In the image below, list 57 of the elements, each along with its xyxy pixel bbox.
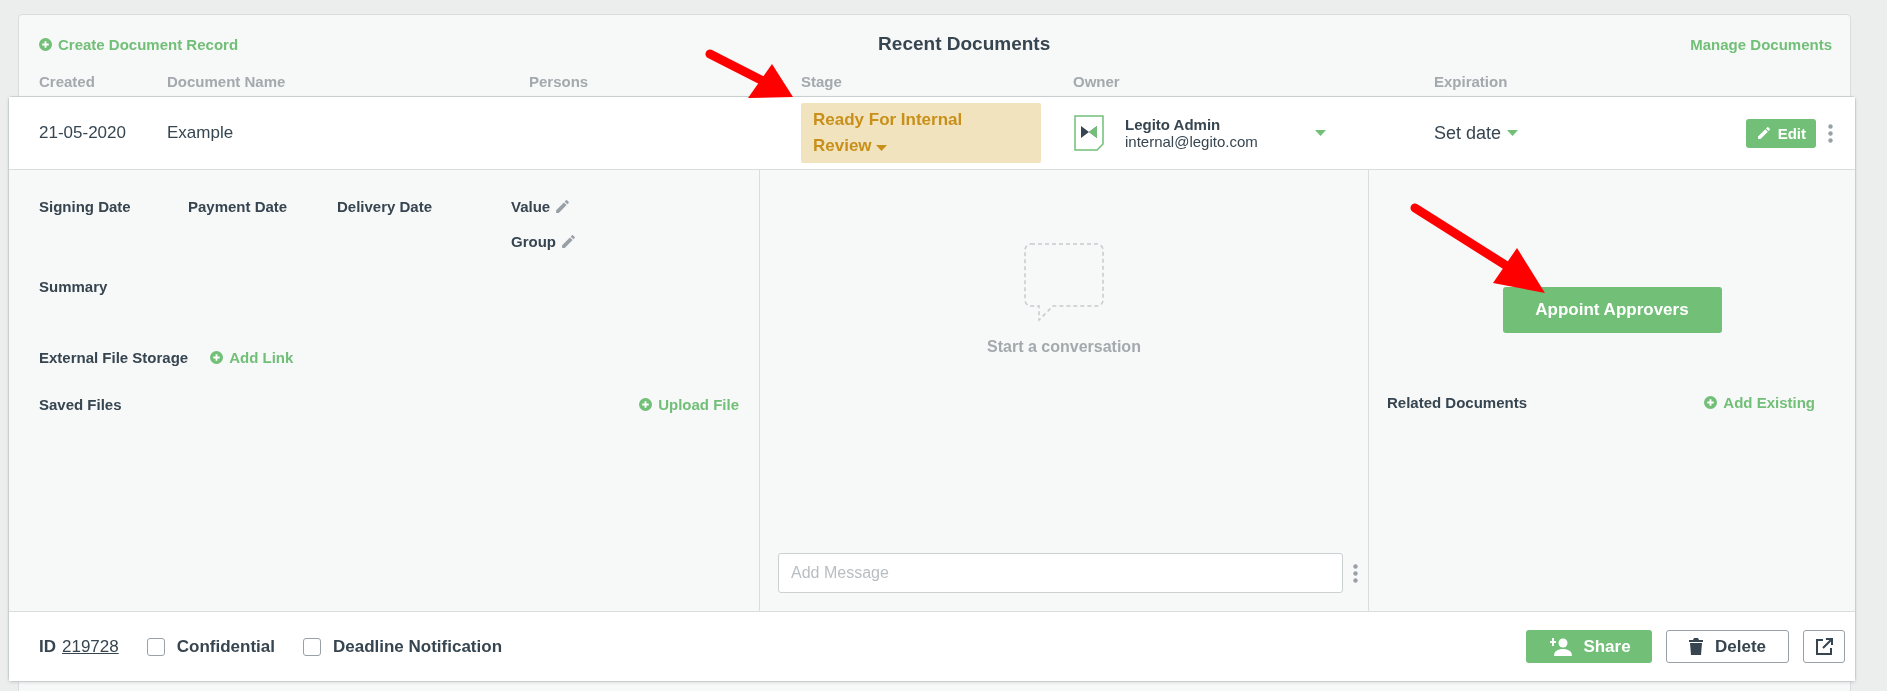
pencil-icon [560,233,577,250]
empty-conversation-text: Start a conversation [987,338,1141,356]
add-link-button[interactable]: Add Link [210,349,294,366]
add-icon [39,37,52,51]
column-header: Stage [801,72,842,92]
upload-file-button[interactable]: Upload File [639,396,739,413]
column-header: Persons [529,72,589,92]
field-label: Summary [39,278,108,295]
column-header: Created [39,72,95,92]
external-link-icon [1815,637,1833,656]
column-header: Document Name [167,72,286,92]
checkbox-label: Confidential [176,636,275,657]
field-label: Value [511,198,551,215]
field-label: Signing Date [39,198,132,215]
caret-icon [1507,130,1519,136]
column-header: Owner [1073,72,1120,92]
created-date: 21-05-2020 [39,123,127,143]
column-header: Expiration [1434,72,1508,92]
appoint-approvers-button[interactable]: Appoint Approvers [1502,287,1722,333]
message-field[interactable]: Add Message [778,553,1343,593]
field-label: Group [511,233,556,250]
pencil-icon [1755,125,1772,141]
add-user-icon [1547,637,1574,656]
checkbox[interactable] [146,637,165,656]
document-name: Example [167,123,235,143]
field-label: External File Storage [39,349,189,366]
speech-bubble-icon [1023,242,1105,324]
caret-icon [1315,130,1326,136]
owner-name: Legito Admin [1125,116,1222,133]
pencil-icon [554,198,572,215]
field-label: Delivery Date [337,198,434,215]
open-external-button[interactable] [1803,630,1845,663]
stage-dropdown[interactable]: Ready For Internal Review [801,103,1041,163]
add-icon [1704,396,1718,409]
share-button[interactable]: Share [1526,630,1652,663]
manage-documents-link[interactable]: Manage Documents [1690,35,1832,53]
expiration-dropdown[interactable]: Set date [1434,122,1746,144]
delete-button[interactable]: Delete [1666,630,1789,663]
caret-icon [876,145,888,151]
create-record-link[interactable]: Create Document Record [39,35,239,53]
owner-email: internal@legito.com [1125,133,1259,150]
add-existing-button[interactable]: Add Existing [1704,394,1815,411]
more-icon[interactable] [1353,563,1358,583]
field-label: Payment Date [188,198,289,215]
field-label: Saved Files [39,396,122,413]
checkbox[interactable] [302,637,321,656]
related-documents-label: Related Documents [1387,394,1528,411]
trash-icon [1689,638,1703,655]
edit-button[interactable]: Edit [1745,118,1816,148]
add-icon [210,351,224,364]
add-icon [639,398,653,411]
id-label: ID [39,636,56,657]
page-title: Recent Documents [878,33,1051,55]
id-link[interactable]: 219728 [62,636,119,657]
checkbox-label: Deadline Notification [332,636,503,657]
more-icon[interactable] [1828,123,1833,143]
avatar-icon [1073,114,1105,152]
